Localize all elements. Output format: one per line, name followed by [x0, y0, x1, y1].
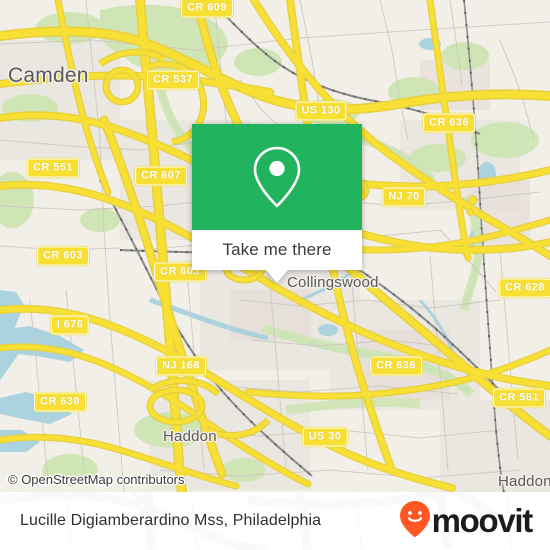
road-shield-nj-70[interactable]: NJ 70 — [382, 187, 426, 207]
road-shield-us-30[interactable]: US 30 — [302, 427, 348, 447]
road-shield-nj-168[interactable]: NJ 168 — [156, 356, 206, 376]
road-shield-cr-636-north[interactable]: CR 636 — [423, 113, 475, 133]
popup-pin-area — [192, 124, 362, 230]
osm-attribution[interactable]: © OpenStreetMap contributors — [8, 472, 185, 487]
footer-place-title: Lucille Digiamberardino Mss, Philadelphi… — [20, 512, 322, 529]
road-shield-cr-630[interactable]: CR 630 — [34, 392, 86, 412]
take-me-there-label: Take me there — [222, 240, 332, 259]
footer-bar: Lucille Digiamberardino Mss, Philadelphi… — [0, 492, 550, 550]
road-shield-cr-628[interactable]: CR 628 — [499, 278, 550, 298]
road-shield-i-676[interactable]: I 676 — [50, 315, 90, 335]
location-pin-icon — [250, 145, 304, 209]
road-shield-cr-607[interactable]: CR 607 — [135, 166, 187, 186]
road-shield-cr-551[interactable]: CR 551 — [27, 158, 79, 178]
road-shield-cr-561[interactable]: CR 561 — [493, 388, 545, 408]
location-popup[interactable]: Take me there — [192, 124, 362, 283]
road-shield-cr-537[interactable]: CR 537 — [147, 70, 199, 90]
moovit-smile-pin-icon — [399, 500, 431, 543]
road-shield-us-130[interactable]: US 130 — [295, 101, 347, 121]
road-shield-cr-636-south[interactable]: CR 636 — [370, 356, 422, 376]
moovit-brand[interactable]: moovit — [399, 500, 534, 543]
moovit-wordmark: moovit — [431, 501, 534, 539]
map-screenshot: Camden Collingswood Haddon Haddonfie CR … — [0, 0, 550, 550]
take-me-there-button[interactable]: Take me there — [192, 230, 362, 270]
road-shield-cr-609[interactable]: CR 609 — [181, 0, 233, 18]
popup-tail — [266, 270, 288, 283]
map-canvas[interactable]: Camden Collingswood Haddon Haddonfie CR … — [0, 0, 550, 492]
road-shield-cr-603-west[interactable]: CR 603 — [37, 246, 89, 266]
